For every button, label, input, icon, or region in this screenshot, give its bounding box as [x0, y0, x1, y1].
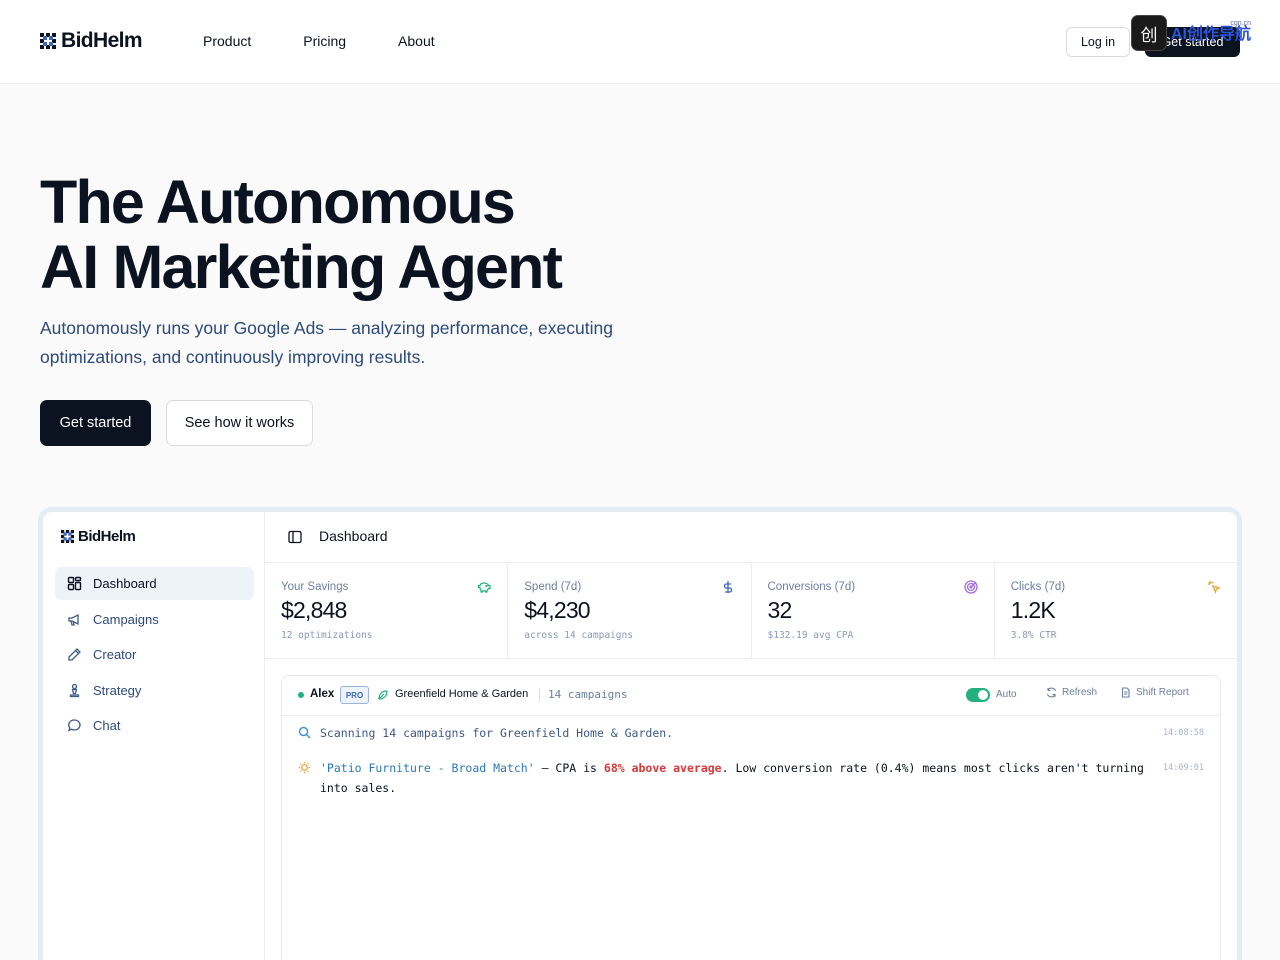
app-main: Dashboard Your Savings $2,848 12 optimiz…: [265, 512, 1237, 960]
nav-link-about[interactable]: About: [398, 33, 435, 49]
hero-get-started-button[interactable]: Get started: [40, 400, 151, 446]
see-how-it-works-button[interactable]: See how it works: [166, 400, 313, 446]
watermark-sublabel: cgn.cn: [1230, 20, 1252, 27]
pro-badge: PRO: [340, 686, 369, 704]
app-preview: BidHelm Dashboard Campaigns Creator Stra…: [38, 507, 1242, 960]
stat-subtext: 3.8% CTR: [1010, 630, 1057, 641]
online-status-dot: [298, 692, 304, 698]
pencil-icon: [67, 647, 82, 662]
nav-link-product[interactable]: Product: [203, 33, 251, 49]
piggy-bank-icon: [478, 582, 491, 593]
shift-report-label: Shift Report: [1136, 687, 1189, 698]
feed-entry-time: 14:08:58: [1163, 728, 1204, 738]
alert-highlight: 68% above average: [603, 761, 722, 775]
feed-entry-text: 'Patio Furniture - Broad Match' — CPA is…: [320, 758, 1156, 798]
feed-entry: Scanning 14 campaigns for Greenfield Hom…: [298, 723, 1204, 743]
account-name[interactable]: Greenfield Home & Garden: [395, 688, 528, 700]
stat-subtext: $132.19 avg CPA: [767, 630, 854, 641]
refresh-button[interactable]: Refresh: [1046, 687, 1097, 698]
stat-card-clicks: Clicks (7d) 1.2K 3.8% CTR: [995, 563, 1237, 658]
dollar-icon: [723, 581, 732, 593]
sidebar-item-label: Creator: [93, 647, 137, 662]
stat-value: 1.2K: [1010, 597, 1056, 623]
sidebar-item-label: Campaigns: [93, 611, 159, 627]
sidebar-toggle-icon[interactable]: [287, 529, 303, 545]
sidebar-item-strategy[interactable]: Strategy: [55, 674, 254, 707]
stat-value: 32: [767, 597, 793, 623]
hero-title-line-1: The Autonomous: [40, 168, 516, 236]
stat-label: Clicks (7d): [1010, 581, 1066, 593]
stat-label: Your Savings: [281, 581, 349, 593]
app-brand-name: BidHelm: [78, 528, 136, 545]
user-name: Alex: [310, 688, 335, 700]
nav-link-pricing[interactable]: Pricing: [303, 33, 346, 49]
feed-entry-text: Scanning 14 campaigns for Greenfield Hom…: [320, 726, 674, 740]
stat-card-savings: Your Savings $2,848 12 optimizations: [265, 563, 509, 658]
stat-value: $4,230: [524, 597, 590, 623]
brand-mark-icon: [61, 530, 74, 543]
brand-logo[interactable]: BidHelm: [40, 29, 143, 53]
report-icon: [1121, 687, 1130, 698]
sidebar-item-chat[interactable]: Chat: [55, 709, 254, 742]
campaign-count: 14 campaigns: [548, 688, 628, 701]
chat-bubble-icon: [67, 718, 82, 733]
watermark-label: AI创作导航: [1171, 26, 1252, 43]
hero-title: The Autonomous AI Marketing Agent: [40, 168, 563, 301]
click-burst-icon: [1208, 581, 1221, 594]
search-icon: [298, 726, 311, 739]
campaign-link[interactable]: 'Patio Furniture - Broad Match': [320, 761, 535, 775]
stats-row: Your Savings $2,848 12 optimizations Spe…: [265, 563, 1237, 659]
sidebar-item-label: Strategy: [93, 682, 142, 698]
activity-feed: Alex PRO Greenfield Home & Garden 14 cam…: [281, 675, 1221, 960]
feed-text-segment: — CPA is: [534, 761, 604, 775]
app-sidebar: BidHelm Dashboard Campaigns Creator Stra…: [43, 512, 265, 960]
feed-entry: 'Patio Furniture - Broad Match' — CPA is…: [298, 758, 1204, 798]
watermark-text: AI创作导航 cgn.cn: [1171, 20, 1252, 43]
megaphone-icon: [67, 612, 82, 627]
feed-entry-time: 14:09:01: [1163, 763, 1204, 773]
refresh-icon: [1046, 687, 1057, 698]
brand-mark-icon: [40, 33, 56, 49]
top-navigation: BidHelm Product Pricing About Log in Get…: [0, 0, 1280, 84]
auto-toggle-label: Auto: [996, 689, 1017, 700]
stat-card-conversions: Conversions (7d) 32 $132.19 avg CPA: [752, 563, 995, 658]
stat-label: Spend (7d): [524, 581, 582, 593]
login-button[interactable]: Log in: [1066, 27, 1130, 57]
stat-card-spend: Spend (7d) $4,230 across 14 campaigns: [508, 563, 752, 658]
watermark-logo: 创: [1131, 15, 1167, 51]
app-header: Dashboard: [265, 512, 1237, 563]
page-title: Dashboard: [319, 528, 388, 544]
feed-header: Alex PRO Greenfield Home & Garden 14 cam…: [282, 676, 1220, 716]
brand-name: BidHelm: [61, 29, 143, 52]
hero-title-line-2: AI Marketing Agent: [40, 233, 563, 301]
target-icon: [964, 580, 978, 594]
sidebar-menu: Dashboard Campaigns Creator Strategy Cha…: [55, 567, 254, 745]
shift-report-button[interactable]: Shift Report: [1120, 687, 1189, 698]
hero-subtitle: Autonomously runs your Google Ads — anal…: [40, 318, 613, 367]
stat-label: Conversions (7d): [767, 581, 856, 593]
sidebar-item-dashboard[interactable]: Dashboard: [55, 567, 254, 600]
sidebar-item-label: Chat: [93, 718, 121, 733]
dashboard-grid-icon: [67, 576, 82, 591]
stat-value: $2,848: [281, 597, 347, 623]
leaf-icon: [378, 690, 388, 700]
sidebar-item-label: Dashboard: [93, 576, 157, 591]
refresh-label: Refresh: [1062, 687, 1098, 698]
main-nav: Product Pricing About: [203, 33, 435, 49]
stat-subtext: 12 optimizations: [281, 630, 373, 641]
stat-subtext: across 14 campaigns: [524, 630, 633, 641]
watermark-overlay: 创 AI创作导航 cgn.cn: [1131, 15, 1251, 51]
divider: [539, 688, 540, 702]
sidebar-item-creator[interactable]: Creator: [55, 638, 254, 671]
lightbulb-icon: [298, 761, 311, 774]
sidebar-item-campaigns[interactable]: Campaigns: [55, 603, 254, 636]
auto-mode-toggle[interactable]: [966, 688, 990, 702]
chess-piece-icon: [67, 683, 82, 698]
app-brand-logo[interactable]: BidHelm: [61, 528, 136, 545]
